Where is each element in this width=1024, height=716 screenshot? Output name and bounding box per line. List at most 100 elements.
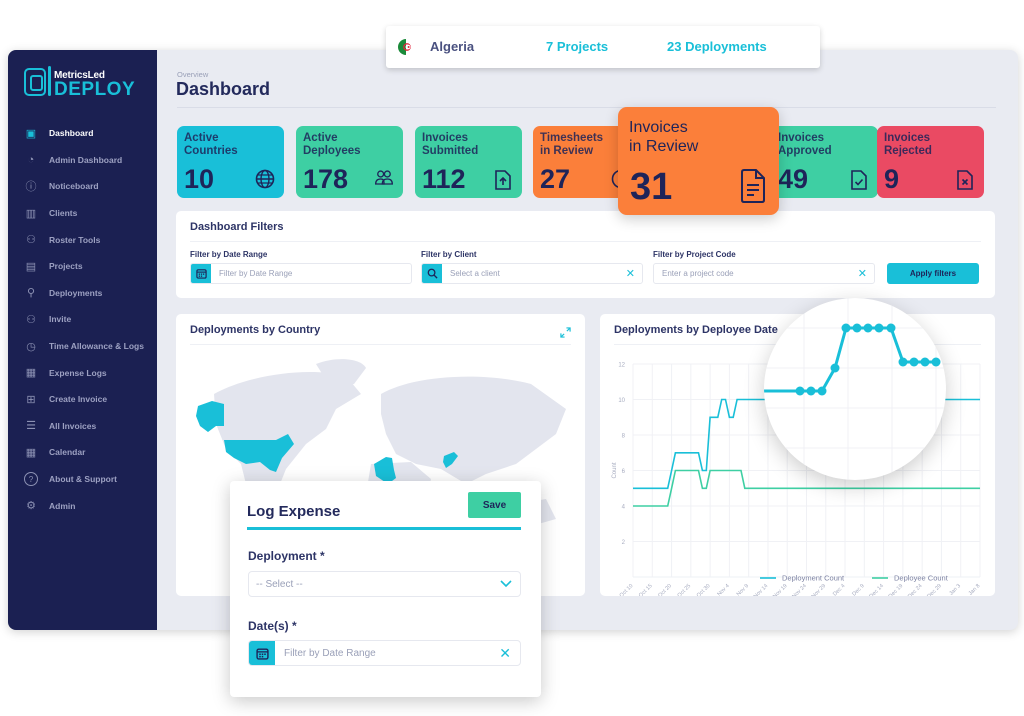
save-button[interactable]: Save <box>468 492 521 518</box>
client-label: Filter by Client <box>421 250 477 259</box>
sidebar-item-expense-logs[interactable]: ▦ Expense Logs <box>8 359 157 386</box>
calendar-icon <box>191 264 211 283</box>
sidebar-item-about-support[interactable]: ? About & Support <box>8 466 157 493</box>
date-range-placeholder: Filter by Date Range <box>219 269 293 278</box>
sidebar-item-admin-dashboard[interactable]: ◔ Admin Dashboard <box>8 147 157 174</box>
sidebar-item-label: Noticeboard <box>49 181 99 192</box>
stat-label: Invoices Approved <box>778 132 832 157</box>
receipt-icon: ▦ <box>25 367 37 380</box>
x-tick-label: Oct 20 <box>657 583 673 596</box>
project-code-label: Filter by Project Code <box>653 250 736 259</box>
x-tick-label: Nov 24 <box>791 583 808 596</box>
y-tick-label: 10 <box>618 398 625 404</box>
sidebar-item-label: Projects <box>49 261 83 272</box>
logo-mark-icon <box>24 68 46 96</box>
sidebar-item-dashboard[interactable]: ▣ Dashboard <box>8 120 157 147</box>
sidebar-item-label: Clients <box>49 208 78 219</box>
sidebar-item-noticeboard[interactable]: ⓘ Noticeboard <box>8 173 157 200</box>
stat-value: 31 <box>630 166 673 208</box>
sidebar-item-projects[interactable]: ▤ Projects <box>8 253 157 280</box>
y-tick-label: 2 <box>622 540 626 546</box>
dashboard-icon: ▣ <box>25 127 37 140</box>
logo-big-text: DEPLOY <box>54 79 136 100</box>
file-plus-icon: ⊞ <box>26 393 36 406</box>
stat-card-invoices-approved[interactable]: Invoices Approved 49 <box>771 126 878 198</box>
stat-card-invoices-submitted[interactable]: Invoices Submitted 112 <box>415 126 522 198</box>
map-title: Deployments by Country <box>190 324 321 336</box>
breadcrumb[interactable]: Overview <box>177 70 208 79</box>
sidebar-item-label: Roster Tools <box>49 234 101 245</box>
project-code-input[interactable]: Enter a project code ✕ <box>653 263 875 284</box>
file-text-icon <box>741 169 765 203</box>
users-icon: ⚇ <box>26 234 36 247</box>
stat-value: 10 <box>184 164 215 194</box>
expand-icon[interactable] <box>560 325 571 343</box>
sidebar-item-create-invoice[interactable]: ⊞ Create Invoice <box>8 386 157 413</box>
sidebar-nav: ▣ Dashboard ◔ Admin Dashboard ⓘ Noticeboard ▥ C… <box>8 120 157 519</box>
deployment-select[interactable]: -- Select -- <box>248 571 521 597</box>
lens-point <box>806 386 816 396</box>
file-upload-icon <box>493 169 513 190</box>
file-x-icon <box>955 169 975 190</box>
lens-point <box>830 363 840 373</box>
sidebar-item-deployments[interactable]: ⚲ Deployments <box>8 280 157 307</box>
lens-point <box>931 357 941 367</box>
sidebar-item-label: Deployments <box>49 287 103 298</box>
sidebar-item-label: Time Allowance & Logs <box>49 341 144 352</box>
search-icon <box>422 264 442 283</box>
stage: MetricsLed DEPLOY ▣ Dashboard ◔ Admin Dashb… <box>0 0 1024 716</box>
x-tick-label: Dec 29 <box>926 583 943 596</box>
sidebar-item-all-invoices[interactable]: ☰ All Invoices <box>8 413 157 440</box>
title-underline <box>247 527 521 530</box>
stat-card-invoices-in-review-zoomed[interactable]: Invoices in Review 31 <box>618 107 779 215</box>
dates-input[interactable]: Filter by Date Range ✕ <box>248 640 521 666</box>
stat-card-active-countries[interactable]: Active Countries 10 <box>177 126 284 198</box>
x-tick-label: Dec 9 <box>851 583 865 596</box>
stat-label: Invoices Rejected <box>884 132 932 157</box>
chevron-down-icon <box>500 580 512 588</box>
sidebar-item-invite[interactable]: ⚇ Invite <box>8 306 157 333</box>
sidebar-item-label: Dashboard <box>49 128 94 139</box>
x-tick-label: Nov 14 <box>753 583 770 596</box>
client-select[interactable]: Select a client ✕ <box>421 263 643 284</box>
y-axis-label: Count <box>612 462 618 478</box>
clear-icon[interactable]: ✕ <box>858 267 874 280</box>
list-icon: ☰ <box>26 420 36 433</box>
dates-label: Date(s) * <box>248 619 297 633</box>
divider <box>190 241 981 242</box>
dates-placeholder: Filter by Date Range <box>284 647 376 659</box>
projects-count: 7 Projects <box>546 39 609 54</box>
x-tick-label: Dec 14 <box>868 583 885 596</box>
logo[interactable]: MetricsLed DEPLOY <box>24 66 144 102</box>
sidebar-item-admin[interactable]: ⚙ Admin <box>8 492 157 519</box>
sidebar-item-label: Invite <box>49 314 72 325</box>
stat-card-active-deployees[interactable]: Active Deployees 178 <box>296 126 403 198</box>
sidebar-item-calendar[interactable]: ▦ Calendar <box>8 439 157 466</box>
sidebar-item-label: Admin Dashboard <box>49 154 123 165</box>
x-tick-label: Oct 30 <box>696 583 712 596</box>
date-range-label: Filter by Date Range <box>190 250 268 259</box>
client-placeholder: Select a client <box>450 269 500 278</box>
sidebar-item-roster-tools[interactable]: ⚇ Roster Tools <box>8 226 157 253</box>
lens-point <box>841 323 851 333</box>
x-tick-label: Dec 19 <box>888 583 905 596</box>
x-tick-label: Nov 29 <box>811 583 828 596</box>
stat-value: 9 <box>884 164 900 194</box>
globe-icon <box>255 169 275 189</box>
country-name: Algeria <box>430 39 475 54</box>
modal-title: Log Expense <box>247 503 341 520</box>
stat-card-invoices-rejected[interactable]: Invoices Rejected 9 <box>877 126 984 198</box>
apply-filters-button[interactable]: Apply filters <box>887 263 979 284</box>
sidebar-item-label: Admin <box>49 500 76 511</box>
date-range-input[interactable]: Filter by Date Range <box>190 263 412 284</box>
legend-label: Deployment Count <box>782 574 845 583</box>
lens-point <box>817 386 827 396</box>
x-tick-label: Dec 4 <box>832 583 846 596</box>
gauge-icon: ◔ <box>27 153 35 166</box>
page-title: Dashboard <box>176 79 271 99</box>
clear-icon[interactable]: ✕ <box>626 267 642 280</box>
lens-point <box>874 323 884 333</box>
sidebar-item-clients[interactable]: ▥ Clients <box>8 200 157 227</box>
clear-icon[interactable]: ✕ <box>499 645 511 662</box>
sidebar-item-time-allowance-logs[interactable]: ◷ Time Allowance & Logs <box>8 333 157 360</box>
